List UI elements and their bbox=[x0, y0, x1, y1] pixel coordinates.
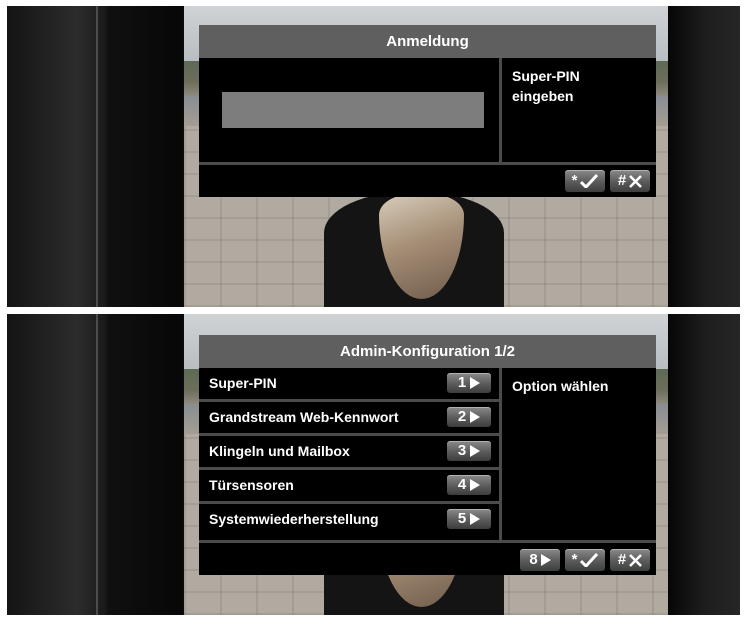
dialog-title: Anmeldung bbox=[199, 25, 656, 58]
dialog-body: Super-PIN eingeben bbox=[199, 58, 656, 164]
menu-item-door-sensors[interactable]: Türsensoren 4 bbox=[199, 470, 499, 504]
menu-key-2[interactable]: 2 bbox=[447, 407, 491, 427]
instruction-text: Super-PIN eingeben bbox=[512, 66, 580, 106]
device-bezel-left bbox=[7, 314, 183, 615]
prompt-line-2: eingeben bbox=[512, 88, 574, 104]
star-key-label: * bbox=[571, 172, 578, 189]
dialog-title: Admin-Konfiguration 1/2 bbox=[199, 335, 656, 368]
menu-key-3[interactable]: 3 bbox=[447, 441, 491, 461]
dialog-footer: * # bbox=[199, 165, 656, 197]
menu-item-label: Grandstream Web-Kennwort bbox=[209, 409, 399, 425]
menu-item-system-restore[interactable]: Systemwiederherstellung 5 bbox=[199, 504, 499, 538]
play-arrow-icon bbox=[470, 445, 481, 457]
key-number: 1 bbox=[457, 374, 467, 391]
confirm-button[interactable]: * bbox=[565, 170, 605, 192]
key-number: 4 bbox=[457, 476, 467, 493]
key-number: 3 bbox=[457, 442, 467, 459]
key-number: 2 bbox=[457, 408, 467, 425]
hash-key-label: # bbox=[617, 551, 627, 568]
menu-item-super-pin[interactable]: Super-PIN 1 bbox=[199, 368, 499, 402]
star-key-label: * bbox=[571, 551, 578, 568]
menu-key-5[interactable]: 5 bbox=[447, 509, 491, 529]
menu-item-label: Türsensoren bbox=[209, 477, 294, 493]
play-arrow-icon bbox=[470, 513, 481, 525]
login-screenshot: Anmeldung Super-PIN eingeben * # bbox=[7, 6, 740, 307]
dialog-footer: 8 * # bbox=[199, 543, 656, 575]
admin-dialog: Admin-Konfiguration 1/2 Super-PIN 1 Gran… bbox=[199, 335, 656, 575]
play-arrow-icon bbox=[470, 411, 481, 423]
menu-item-web-password[interactable]: Grandstream Web-Kennwort 2 bbox=[199, 402, 499, 436]
prompt-line-1: Super-PIN bbox=[512, 68, 580, 84]
hash-key-label: # bbox=[617, 172, 627, 189]
dialog-body: Super-PIN 1 Grandstream Web-Kennwort 2 K… bbox=[199, 368, 656, 542]
key-number: 5 bbox=[457, 510, 467, 527]
super-pin-input[interactable] bbox=[222, 92, 484, 128]
cancel-button[interactable]: # bbox=[610, 170, 650, 192]
device-bezel-left bbox=[7, 6, 183, 307]
menu-key-4[interactable]: 4 bbox=[447, 475, 491, 495]
menu-key-1[interactable]: 1 bbox=[447, 373, 491, 393]
admin-screenshot: Admin-Konfiguration 1/2 Super-PIN 1 Gran… bbox=[7, 314, 740, 615]
menu-list: Super-PIN 1 Grandstream Web-Kennwort 2 K… bbox=[199, 368, 502, 540]
play-arrow-icon bbox=[470, 479, 481, 491]
confirm-button[interactable]: * bbox=[565, 549, 605, 571]
cancel-button[interactable]: # bbox=[610, 549, 650, 571]
next-page-button[interactable]: 8 bbox=[520, 549, 560, 571]
menu-item-ring-mailbox[interactable]: Klingeln und Mailbox 3 bbox=[199, 436, 499, 470]
checkmark-icon bbox=[580, 553, 599, 567]
play-arrow-icon bbox=[540, 554, 551, 566]
checkmark-icon bbox=[580, 174, 599, 188]
key-number: 8 bbox=[529, 551, 538, 568]
close-icon bbox=[629, 174, 643, 188]
option-hint: Option wählen bbox=[512, 378, 609, 394]
menu-item-label: Klingeln und Mailbox bbox=[209, 443, 350, 459]
instruction-text: Option wählen bbox=[512, 376, 608, 396]
pin-entry-area bbox=[199, 58, 502, 162]
device-bezel-right bbox=[668, 6, 740, 307]
device-bezel-right bbox=[668, 314, 740, 615]
menu-item-label: Super-PIN bbox=[209, 375, 277, 391]
close-icon bbox=[629, 553, 643, 567]
play-arrow-icon bbox=[470, 377, 481, 389]
login-dialog: Anmeldung Super-PIN eingeben * # bbox=[199, 25, 656, 197]
menu-item-label: Systemwiederherstellung bbox=[209, 511, 379, 527]
